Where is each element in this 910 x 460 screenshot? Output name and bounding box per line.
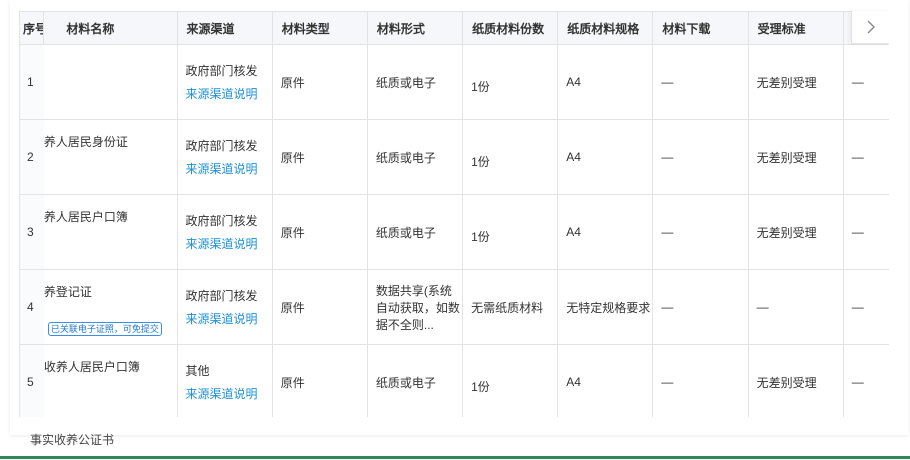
filing-notice: — bbox=[842, 44, 889, 120]
material-type: 原件 bbox=[271, 119, 368, 195]
header-col-download: 材料下载 bbox=[652, 11, 749, 45]
header-col-material-name: 材料名称 bbox=[43, 11, 178, 45]
paper-spec: A4 bbox=[557, 44, 654, 120]
source-cell: 政府部门核发 来源渠道说明 bbox=[176, 194, 273, 270]
paper-spec: 无特定规格要求 bbox=[557, 269, 654, 345]
source-text: 政府部门核发 bbox=[185, 139, 258, 153]
materials-table: 序号材料名称来源渠道材料类型材料形式纸质材料份数纸质材料规格材料下载受理标准填报… bbox=[19, 11, 889, 417]
chevron-right-icon bbox=[867, 20, 875, 34]
material-form: 纸质或电子 bbox=[366, 344, 464, 417]
header-col-spec: 纸质材料规格 bbox=[557, 11, 654, 45]
source-explanation-link[interactable]: 来源渠道说明 bbox=[186, 235, 272, 252]
source-explanation-link[interactable]: 来源渠道说明 bbox=[186, 310, 272, 327]
source-text: 政府部门核发 bbox=[185, 214, 258, 228]
acceptance-standard: 无差别受理 bbox=[747, 194, 844, 270]
source-cell: 其他 来源渠道说明 bbox=[176, 344, 273, 417]
material-type: 原件 bbox=[271, 269, 368, 345]
paper-copies: 1份 bbox=[462, 344, 559, 417]
material-download: — bbox=[652, 344, 749, 417]
material-name-cell: 养人居民身份证 bbox=[43, 119, 178, 195]
table-row: 1 政府部门核发 来源渠道说明 原件 纸质或电子 1份 A4— 无差别受理 — bbox=[19, 44, 889, 120]
material-name: 养人居民身份证 bbox=[43, 135, 128, 149]
material-name: 收养人居民户口簿 bbox=[43, 360, 140, 374]
source-explanation-link[interactable]: 来源渠道说明 bbox=[186, 385, 272, 402]
material-download: — bbox=[652, 44, 749, 120]
header-col-copies: 纸质材料份数 bbox=[462, 11, 559, 45]
material-name-cell: 收养人居民户口簿 bbox=[43, 344, 178, 417]
source-text: 其他 bbox=[185, 364, 210, 378]
table-body: 1 政府部门核发 来源渠道说明 原件 纸质或电子 1份 A4— 无差别受理 —2 养人居民身份证政… bbox=[19, 44, 889, 417]
source-cell: 政府部门核发 来源渠道说明 bbox=[176, 44, 273, 120]
material-download: — bbox=[652, 269, 749, 345]
material-name-cell bbox=[43, 44, 178, 120]
source-explanation-link[interactable]: 来源渠道说明 bbox=[186, 160, 272, 177]
acceptance-standard: 无差别受理 bbox=[747, 44, 844, 120]
source-cell: 政府部门核发 来源渠道说明 bbox=[176, 119, 273, 195]
material-download: — bbox=[652, 194, 749, 270]
paper-copies: 1份 bbox=[462, 44, 559, 120]
footer-material-name: 事实收养公证书 bbox=[30, 433, 115, 447]
filing-notice: — bbox=[842, 119, 889, 195]
e-license-badge: 已关联电子证照，可免提交 bbox=[47, 322, 162, 336]
scroll-right-button[interactable] bbox=[851, 11, 889, 44]
material-type: 原件 bbox=[271, 44, 368, 120]
source-text: 政府部门核发 bbox=[185, 289, 258, 303]
paper-copies: 1份 bbox=[462, 194, 559, 270]
bottom-accent-line bbox=[0, 456, 910, 459]
header-col-source: 来源渠道 bbox=[176, 11, 273, 45]
paper-copies: 无需纸质材料 bbox=[462, 269, 559, 345]
header-col-index: 序号 bbox=[19, 11, 45, 45]
header-col-standard: 受理标准 bbox=[747, 11, 844, 45]
paper-spec: A4 bbox=[557, 344, 654, 417]
table-row: 4 养登记证 已关联电子证照，可免提交 政府部门核发 来源渠道说明 原件 数据共享(系统自动… bbox=[19, 269, 889, 345]
header-col-type: 材料类型 bbox=[271, 11, 368, 45]
material-form: 数据共享(系统自动获取，如数据不全则... bbox=[366, 269, 464, 345]
material-name: 养登记证 bbox=[43, 285, 92, 299]
row-index: 1 bbox=[19, 44, 44, 120]
filing-notice: — bbox=[842, 269, 889, 345]
row-index: 5 bbox=[19, 344, 44, 417]
filing-notice: — bbox=[842, 344, 889, 417]
paper-spec: A4 bbox=[557, 194, 654, 270]
acceptance-standard: 无差别受理 bbox=[747, 119, 844, 195]
material-name: 养人居民户口簿 bbox=[43, 210, 128, 224]
acceptance-standard: — bbox=[747, 269, 844, 345]
material-form: 纸质或电子 bbox=[366, 119, 464, 195]
filing-notice: — bbox=[842, 194, 889, 270]
source-text: 政府部门核发 bbox=[185, 64, 258, 78]
source-cell: 政府部门核发 来源渠道说明 bbox=[176, 269, 273, 345]
material-type: 原件 bbox=[271, 194, 368, 270]
row-index: 3 bbox=[19, 194, 44, 270]
table-header-row: 序号材料名称来源渠道材料类型材料形式纸质材料份数纸质材料规格材料下载受理标准填报… bbox=[19, 11, 889, 45]
paper-spec: A4 bbox=[557, 119, 654, 195]
acceptance-standard: 无差别受理 bbox=[747, 344, 844, 417]
material-name-cell: 养人居民户口簿 bbox=[43, 194, 178, 270]
material-download: — bbox=[652, 119, 749, 195]
material-form: 纸质或电子 bbox=[366, 44, 464, 120]
material-name-cell: 养登记证已关联电子证照，可免提交 bbox=[43, 269, 178, 345]
material-form: 纸质或电子 bbox=[366, 194, 464, 270]
source-explanation-link[interactable]: 来源渠道说明 bbox=[186, 85, 272, 102]
table-row: 3 养人居民户口簿 政府部门核发 来源渠道说明 原件 纸质或电子 1份 A4— 无差别受理 — bbox=[19, 194, 889, 270]
table-row: 2 养人居民身份证 政府部门核发 来源渠道说明 原件 纸质或电子 1份 A4— 无差别受理 — bbox=[19, 119, 889, 195]
row-index: 4 bbox=[19, 269, 44, 345]
row-index: 2 bbox=[19, 119, 44, 195]
materials-table-wrapper: 序号材料名称来源渠道材料类型材料形式纸质材料份数纸质材料规格材料下载受理标准填报… bbox=[19, 11, 889, 417]
table-row: 5 收养人居民户口簿 其他 来源渠道说明 原件 纸质或电子 1份 A4— 无差别受理 — bbox=[19, 344, 889, 417]
material-type: 原件 bbox=[271, 344, 368, 417]
paper-copies: 1份 bbox=[462, 119, 559, 195]
header-col-form: 材料形式 bbox=[366, 11, 464, 45]
